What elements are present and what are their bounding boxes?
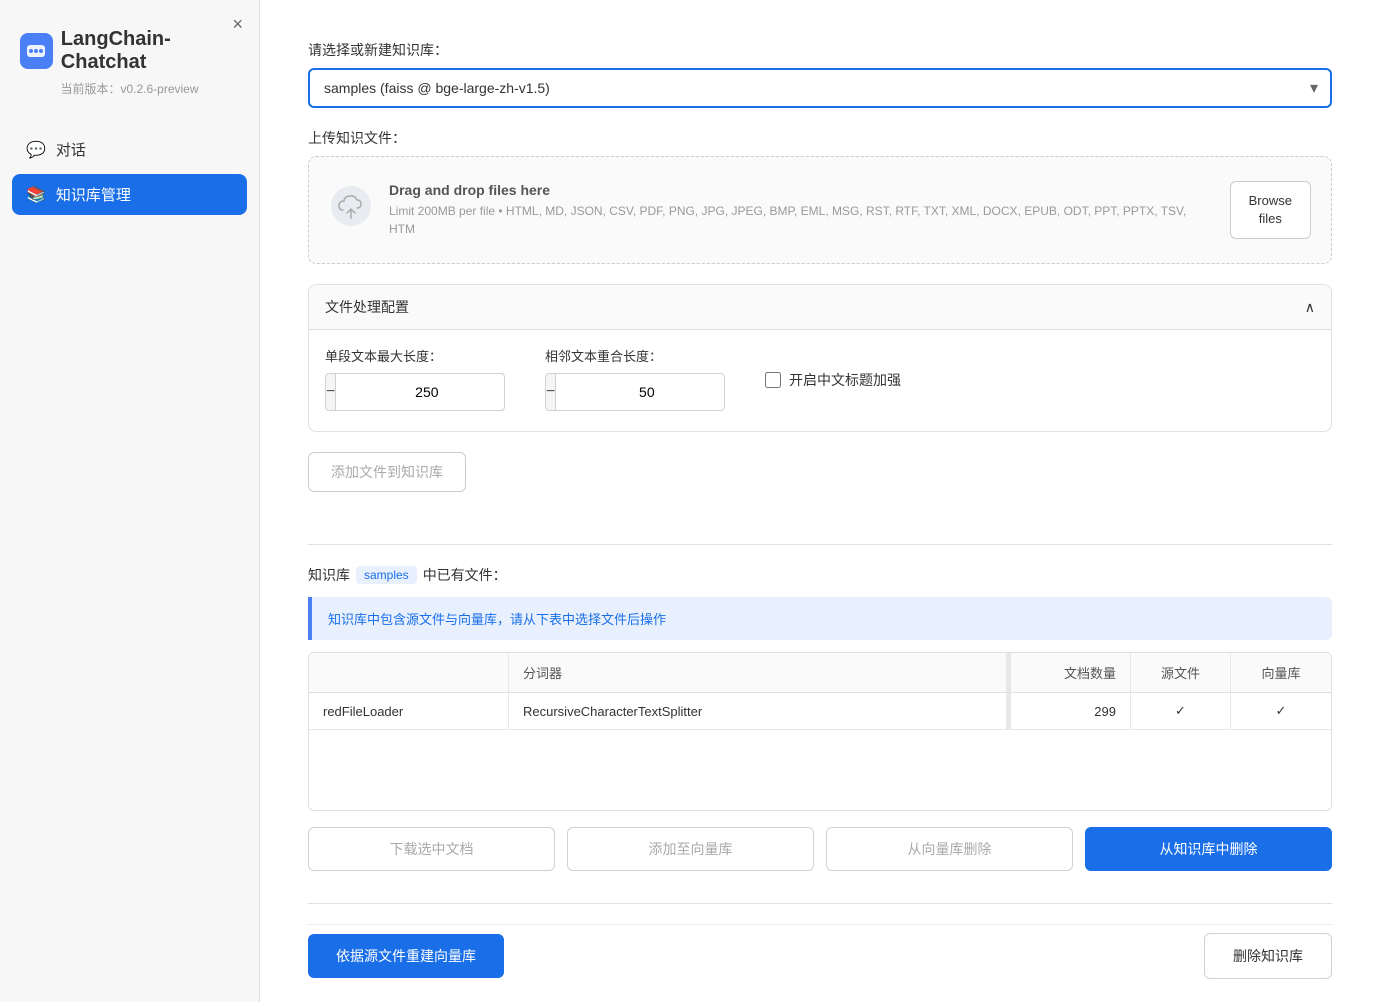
config-section: 文件处理配置 单段文本最大长度： − + xyxy=(308,284,1332,432)
empty-rows xyxy=(309,730,1331,810)
config-title: 文件处理配置 xyxy=(325,297,409,317)
td-splitter: RecursiveCharacterTextSplitter xyxy=(509,693,1007,729)
sidebar-item-kb-label: 知识库管理 xyxy=(56,184,131,205)
cloud-upload-icon xyxy=(329,184,373,237)
delete-from-kb-button[interactable]: 从知识库中删除 xyxy=(1085,827,1332,871)
upload-area[interactable]: Drag and drop files here Limit 200MB per… xyxy=(308,156,1332,264)
sidebar: × LangChain-Chatchat 当前版本：v0.2.6-preview… xyxy=(0,0,260,1002)
chinese-heading-row: 开启中文标题加强 xyxy=(765,370,901,390)
overlap-input[interactable] xyxy=(556,376,725,408)
version-text: 当前版本：v0.2.6-preview xyxy=(60,80,198,97)
kb-select[interactable]: samples (faiss @ bge-large-zh-v1.5) xyxy=(308,68,1332,108)
table-header: 分词器 文档数量 源文件 向量库 xyxy=(309,653,1331,693)
nav-items: 💬 对话 📚 知识库管理 xyxy=(0,113,259,231)
kb-files-prefix: 知识库 xyxy=(308,565,350,585)
max-length-decrease-button[interactable]: − xyxy=(326,374,336,410)
th-source: 源文件 xyxy=(1131,653,1231,692)
logo-area: LangChain-Chatchat 当前版本：v0.2.6-preview xyxy=(0,0,259,113)
logo-icon xyxy=(20,33,53,69)
th-splitter: 分词器 xyxy=(509,653,1007,692)
max-length-label: 单段文本最大长度： xyxy=(325,346,505,365)
sidebar-item-chat[interactable]: 💬 对话 xyxy=(12,129,247,170)
files-table: 分词器 文档数量 源文件 向量库 redFileLoader Recurs xyxy=(308,652,1332,811)
info-banner: 知识库中包含源文件与向量库，请从下表中选择文件后操作 xyxy=(308,597,1332,640)
action-buttons: 下载选中文档 添加至向量库 从向量库删除 从知识库中删除 xyxy=(308,827,1332,871)
kb-select-wrapper: samples (faiss @ bge-large-zh-v1.5) ▾ xyxy=(308,68,1332,108)
add-to-vector-button[interactable]: 添加至向量库 xyxy=(567,827,814,871)
td-doc-count: 299 xyxy=(1011,693,1131,729)
logo-row: LangChain-Chatchat xyxy=(20,28,239,74)
bottom-separator xyxy=(308,903,1332,904)
max-length-field: 单段文本最大长度： − + xyxy=(325,346,505,411)
config-body: 单段文本最大长度： − + 相邻文本重合长度： − xyxy=(309,330,1331,431)
max-length-input[interactable] xyxy=(336,376,505,408)
td-name: redFileLoader xyxy=(309,693,509,729)
config-header: 文件处理配置 xyxy=(309,285,1331,330)
td-source: ✓ xyxy=(1131,693,1231,729)
th-doc-count: 文档数量 xyxy=(1011,653,1131,692)
config-row: 单段文本最大长度： − + 相邻文本重合长度： − xyxy=(325,346,1315,411)
th-vector: 向量库 xyxy=(1231,653,1331,692)
browse-files-button[interactable]: Browse files xyxy=(1230,181,1311,239)
kb-icon: 📚 xyxy=(26,185,46,205)
remove-from-vector-button[interactable]: 从向量库删除 xyxy=(826,827,1073,871)
upload-limit-text: Limit 200MB per file • HTML, MD, JSON, C… xyxy=(389,202,1214,238)
close-button[interactable]: × xyxy=(232,14,243,35)
max-length-stepper: − + xyxy=(325,373,505,411)
chinese-heading-label: 开启中文标题加强 xyxy=(789,370,901,390)
delete-kb-button[interactable]: 删除知识库 xyxy=(1204,933,1332,979)
download-selected-button[interactable]: 下载选中文档 xyxy=(308,827,555,871)
overlap-field: 相邻文本重合长度： − + xyxy=(545,346,725,411)
kb-files-suffix: 中已有文件： xyxy=(423,565,507,585)
logo-text: LangChain-Chatchat xyxy=(61,28,239,74)
td-vector: ✓ xyxy=(1231,693,1331,729)
sidebar-item-chat-label: 对话 xyxy=(56,139,86,160)
rebuild-vector-button[interactable]: 依据源文件重建向量库 xyxy=(308,934,504,978)
upload-text-area: Drag and drop files here Limit 200MB per… xyxy=(389,182,1214,238)
upload-drag-title: Drag and drop files here xyxy=(389,182,1214,198)
chat-icon: 💬 xyxy=(26,140,46,160)
overlap-label: 相邻文本重合长度： xyxy=(545,346,725,365)
kb-files-header: 知识库 samples 中已有文件： xyxy=(308,565,1332,585)
add-files-button[interactable]: 添加文件到知识库 xyxy=(308,452,466,492)
chinese-heading-checkbox[interactable] xyxy=(765,372,781,388)
app-window: × LangChain-Chatchat 当前版本：v0.2.6-preview… xyxy=(0,0,1380,1002)
bottom-buttons: 依据源文件重建向量库 删除知识库 xyxy=(308,924,1332,979)
kb-selector-label: 请选择或新建知识库： xyxy=(308,40,1332,60)
separator xyxy=(308,544,1332,545)
main-content: 请选择或新建知识库： samples (faiss @ bge-large-zh… xyxy=(260,0,1380,1002)
kb-name-badge: samples xyxy=(356,566,417,584)
sidebar-item-kb[interactable]: 📚 知识库管理 xyxy=(12,174,247,215)
overlap-stepper: − + xyxy=(545,373,725,411)
table-row[interactable]: redFileLoader RecursiveCharacterTextSpli… xyxy=(309,693,1331,730)
overlap-decrease-button[interactable]: − xyxy=(546,374,556,410)
upload-label: 上传知识文件： xyxy=(308,128,1332,148)
config-collapse-icon[interactable] xyxy=(1305,299,1315,316)
th-name xyxy=(309,653,509,692)
